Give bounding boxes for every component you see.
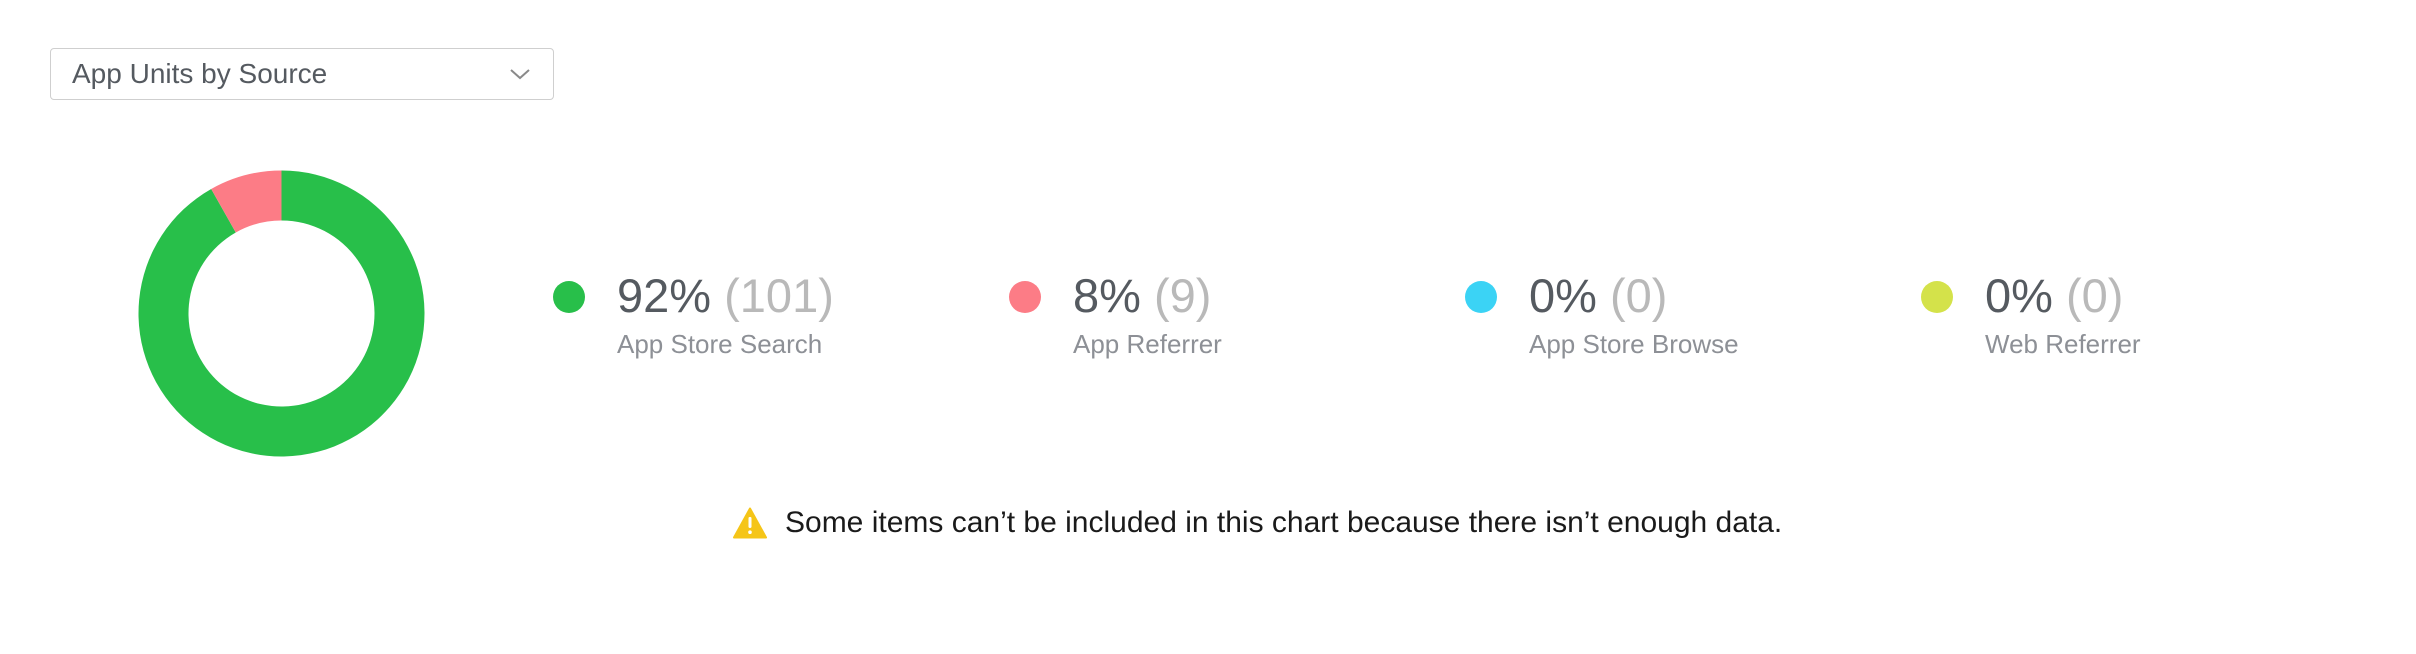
legend-value: 0% (0) — [1985, 268, 2123, 324]
legend-count: (0) — [1610, 269, 1668, 322]
legend-label: Web Referrer — [1985, 329, 2141, 359]
legend-count: (9) — [1154, 269, 1212, 322]
legend-count: (101) — [724, 269, 834, 322]
legend-label: App Store Browse — [1529, 329, 1739, 359]
legend-swatch — [1009, 281, 1041, 313]
insufficient-data-notice: Some items can’t be included in this cha… — [733, 503, 1782, 543]
dropdown-selected-value: App Units by Source — [72, 58, 328, 89]
notice-text: Some items can’t be included in this cha… — [785, 506, 1783, 539]
legend-swatch — [553, 281, 585, 313]
legend-swatch — [1465, 281, 1497, 313]
legend-value: 8% (9) — [1073, 268, 1211, 324]
legend-value: 92% (101) — [617, 268, 834, 324]
legend-count: (0) — [2066, 269, 2124, 322]
legend-percent: 92% — [617, 269, 712, 322]
legend-percent: 0% — [1985, 269, 2053, 322]
chevron-down-icon — [510, 69, 530, 80]
legend-percent: 0% — [1529, 269, 1597, 322]
legend-swatch — [1921, 281, 1953, 313]
legend-value: 0% (0) — [1529, 268, 1667, 324]
legend-label: App Store Search — [617, 329, 823, 359]
donut-chart — [138, 170, 425, 457]
legend-label: App Referrer — [1073, 329, 1222, 359]
legend-percent: 8% — [1073, 269, 1141, 322]
warning-icon — [733, 507, 767, 539]
chart-metric-dropdown[interactable]: App Units by Source — [50, 48, 554, 100]
